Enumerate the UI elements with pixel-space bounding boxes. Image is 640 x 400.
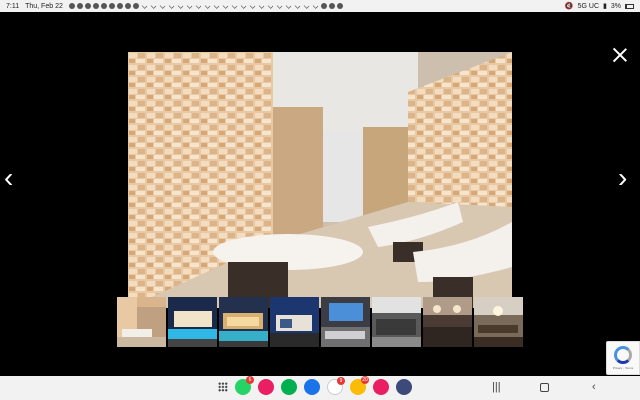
thumbnail-lounge[interactable] — [423, 297, 472, 347]
messenger-notification-icon — [76, 3, 83, 9]
chrome-icon[interactable]: 20 — [350, 376, 369, 395]
check-notification-icon — [267, 3, 274, 9]
gmail-icon[interactable]: 9 — [327, 377, 345, 395]
youtube-notification-icon — [116, 3, 123, 9]
whatsapp-notification-icon — [68, 3, 75, 9]
recaptcha-badge[interactable]: Privacy - Terms — [606, 341, 640, 375]
check-notification-icon — [168, 3, 175, 9]
thumbnail-strip — [117, 297, 524, 347]
recaptcha-icon — [614, 346, 632, 364]
check-notification-icon — [231, 3, 238, 9]
youtube-notification-icon — [100, 3, 107, 9]
status-right: 🔇 5G UC ▮ 3% — [565, 2, 634, 10]
recent-apps-icon[interactable]: ||| — [492, 381, 501, 393]
check-notification-icon — [249, 3, 256, 9]
messages-icon[interactable] — [304, 379, 320, 395]
check-notification-icon — [150, 3, 157, 9]
thumbnail-theater-room[interactable] — [321, 297, 370, 347]
back-icon[interactable]: ‹ — [592, 381, 596, 393]
chat-icon[interactable] — [281, 379, 297, 395]
whatsapp-badge: 6 — [246, 376, 254, 384]
close-icon[interactable] — [611, 46, 629, 64]
chrome-notification-icon — [124, 3, 131, 9]
previous-image-button[interactable]: ‹ — [4, 164, 13, 192]
thumbnail-pool-night[interactable] — [168, 297, 217, 347]
check-notification-icon — [276, 3, 283, 9]
battery-percent: 3% — [610, 2, 621, 10]
status-time: 7:11 — [6, 2, 20, 10]
thumbnail-house-exterior[interactable] — [219, 297, 268, 347]
chrome-notification-icon — [320, 3, 327, 9]
check-notification-icon — [294, 3, 301, 9]
home-icon[interactable] — [540, 383, 549, 392]
gmail-notification-icon — [92, 3, 99, 9]
thumbnail-dining-room[interactable] — [474, 297, 523, 347]
chrome-notification-icon — [328, 3, 335, 9]
spa-room-illustration — [128, 52, 512, 308]
check-notification-icon — [141, 3, 148, 9]
image-lightbox: ‹ › Privacy - Terms — [0, 12, 640, 376]
check-notification-icon — [186, 3, 193, 9]
app-dock: 6 9 20 — [218, 376, 412, 395]
signal-icon: ▮ — [603, 3, 607, 10]
next-image-button[interactable]: › — [618, 164, 627, 192]
check-notification-icon — [222, 3, 229, 9]
main-photo-spa-room — [128, 52, 512, 308]
taskbar: 6 9 20 ||| ‹ — [0, 376, 640, 400]
check-notification-icon — [195, 3, 202, 9]
check-notification-icon — [204, 3, 211, 9]
check-notification-icon — [240, 3, 247, 9]
status-date: Thu, Feb 22 — [25, 2, 63, 10]
flower-app-icon[interactable] — [373, 379, 389, 395]
network-label: 5G UC — [577, 2, 600, 10]
thumbnail-modern-villa[interactable] — [270, 297, 319, 347]
messenger-notification-icon — [84, 3, 91, 9]
check-notification-icon — [312, 3, 319, 9]
battery-icon — [625, 3, 634, 9]
photo-notification-icon — [132, 3, 139, 9]
thumbnail-spa-room[interactable] — [117, 297, 166, 347]
check-notification-icon — [303, 3, 310, 9]
recaptcha-text: Privacy - Terms — [612, 366, 634, 370]
gmail-badge: 9 — [337, 377, 345, 385]
mute-icon: 🔇 — [564, 3, 574, 10]
check-notification-icon — [177, 3, 184, 9]
notification-icons — [68, 3, 565, 9]
thumbnail-living-room[interactable] — [372, 297, 421, 347]
settings-icon[interactable] — [396, 379, 412, 395]
check-notification-icon — [213, 3, 220, 9]
check-notification-icon — [258, 3, 265, 9]
app-drawer-icon[interactable] — [218, 382, 228, 392]
phone-icon[interactable] — [258, 379, 274, 395]
chrome-badge: 20 — [361, 376, 369, 384]
pinterest-notification-icon — [336, 3, 343, 9]
check-notification-icon — [285, 3, 292, 9]
check-notification-icon — [159, 3, 166, 9]
status-bar: 7:11 Thu, Feb 22 🔇 5G UC ▮ 3% — [0, 0, 640, 12]
youtube-notification-icon — [108, 3, 115, 9]
whatsapp-icon[interactable]: 6 — [235, 376, 254, 395]
